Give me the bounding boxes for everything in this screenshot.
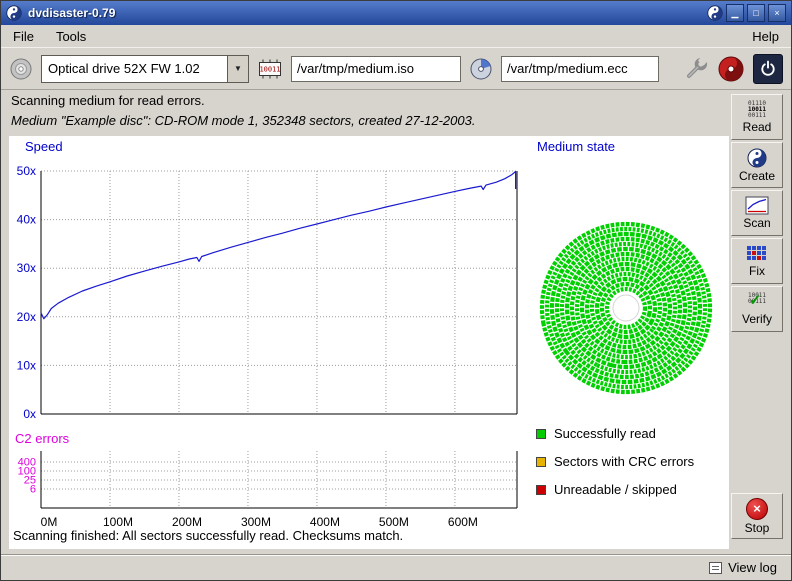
menubar: File Tools Help	[1, 25, 791, 47]
svg-text:300M: 300M	[241, 515, 271, 529]
scan-button-label: Scan	[743, 216, 770, 230]
legend-item-crc: Sectors with CRC errors	[536, 454, 694, 469]
svg-text:20x: 20x	[17, 310, 36, 324]
create-button-label: Create	[739, 169, 775, 183]
view-log-button[interactable]: View log	[705, 558, 781, 577]
app-icon	[6, 5, 22, 21]
svg-text:10011: 10011	[259, 65, 280, 73]
window-title: dvdisaster-0.79	[28, 6, 115, 20]
legend-item-unreadable: Unreadable / skipped	[536, 482, 694, 497]
fix-matrix-icon	[746, 245, 768, 263]
ecc-file-input[interactable]	[501, 56, 659, 82]
fix-button[interactable]: Fix	[731, 238, 783, 284]
chart-area: Speed Medium state C2 errors 0M100M200M3…	[9, 136, 729, 549]
toolbar: Optical drive 52X FW 1.02 ▼ 10011	[1, 47, 791, 90]
medium-state-legend: Successfully read Sectors with CRC error…	[536, 426, 694, 497]
medium-state-title: Medium state	[537, 139, 615, 154]
statusbar: View log	[1, 554, 791, 580]
read-button-label: Read	[743, 120, 772, 134]
image-file-icon: 10011	[257, 57, 283, 81]
legend-swatch-crc	[536, 457, 546, 467]
stop-x-icon: ×	[746, 498, 768, 520]
minimize-button[interactable]: ▁	[726, 4, 744, 22]
status-line-2: Medium "Example disc": CD-ROM mode 1, 35…	[11, 113, 475, 128]
stop-button-label: Stop	[745, 521, 770, 535]
status-heading: Scanning medium for read errors. Medium …	[11, 93, 475, 128]
legend-swatch-success	[536, 429, 546, 439]
svg-text:100M: 100M	[103, 515, 133, 529]
app-window: dvdisaster-0.79 ▁ □ × File Tools Help	[0, 0, 792, 581]
svg-text:40x: 40x	[17, 213, 36, 227]
view-log-icon	[709, 562, 722, 574]
close-button[interactable]: ×	[768, 4, 786, 22]
maximize-button[interactable]: □	[747, 4, 765, 22]
action-sidebar: 01110 10011 00111 Read Create Scan	[731, 94, 787, 334]
menu-help[interactable]: Help	[750, 28, 781, 45]
binary-read-icon: 01110 10011 00111	[748, 101, 766, 119]
svg-text:500M: 500M	[379, 515, 409, 529]
status-line-1: Scanning medium for read errors.	[11, 93, 475, 108]
image-file-input[interactable]	[291, 56, 461, 82]
quit-power-button[interactable]	[753, 54, 783, 84]
view-log-label: View log	[728, 560, 777, 575]
dvdisaster-logo-icon	[717, 55, 745, 83]
scan-result-status: Scanning finished: All sectors successfu…	[13, 528, 403, 543]
svg-text:50x: 50x	[17, 164, 36, 178]
fix-button-label: Fix	[749, 264, 765, 278]
scan-chart-icon	[745, 196, 769, 215]
drive-selector-value: Optical drive 52X FW 1.02	[42, 56, 227, 82]
ecc-file-icon	[469, 57, 493, 81]
svg-text:600M: 600M	[448, 515, 478, 529]
titlebar-buttons: ▁ □ ×	[707, 4, 786, 22]
titlebar[interactable]: dvdisaster-0.79 ▁ □ ×	[1, 1, 791, 25]
menu-tools[interactable]: Tools	[54, 28, 88, 45]
yin-yang-icon	[747, 148, 767, 168]
svg-text:0x: 0x	[23, 407, 36, 421]
legend-label-crc: Sectors with CRC errors	[554, 454, 694, 469]
preferences-wrench-icon[interactable]	[683, 56, 709, 82]
chevron-down-icon[interactable]: ▼	[227, 56, 248, 82]
svg-text:200M: 200M	[172, 515, 202, 529]
svg-text:30x: 30x	[17, 261, 36, 275]
legend-label-unreadable: Unreadable / skipped	[554, 482, 677, 497]
legend-swatch-unreadable	[536, 485, 546, 495]
create-button[interactable]: Create	[731, 142, 783, 188]
svg-text:10x: 10x	[17, 358, 36, 372]
verify-button[interactable]: 10011 00111 ✓ Verify	[731, 286, 783, 332]
read-button[interactable]: 01110 10011 00111 Read	[731, 94, 783, 140]
menu-file[interactable]: File	[11, 28, 36, 45]
svg-text:400M: 400M	[310, 515, 340, 529]
stop-button[interactable]: × Stop	[731, 493, 783, 539]
verify-button-label: Verify	[742, 312, 772, 326]
legend-item-success: Successfully read	[536, 426, 694, 441]
legend-label-success: Successfully read	[554, 426, 656, 441]
drive-selector[interactable]: Optical drive 52X FW 1.02 ▼	[41, 55, 249, 83]
verify-check-icon: 10011 00111 ✓	[746, 293, 768, 311]
scan-button[interactable]: Scan	[731, 190, 783, 236]
titlebar-yinyang-icon	[707, 5, 723, 21]
drive-icon	[9, 57, 33, 81]
svg-text:6: 6	[30, 484, 36, 496]
medium-state-disc	[531, 220, 721, 400]
svg-text:0M: 0M	[41, 515, 58, 529]
speed-and-c2-charts: 0M 100M 200M 300M 400M 500M 600M 50x 40x 30x 20x 10…	[9, 136, 529, 536]
